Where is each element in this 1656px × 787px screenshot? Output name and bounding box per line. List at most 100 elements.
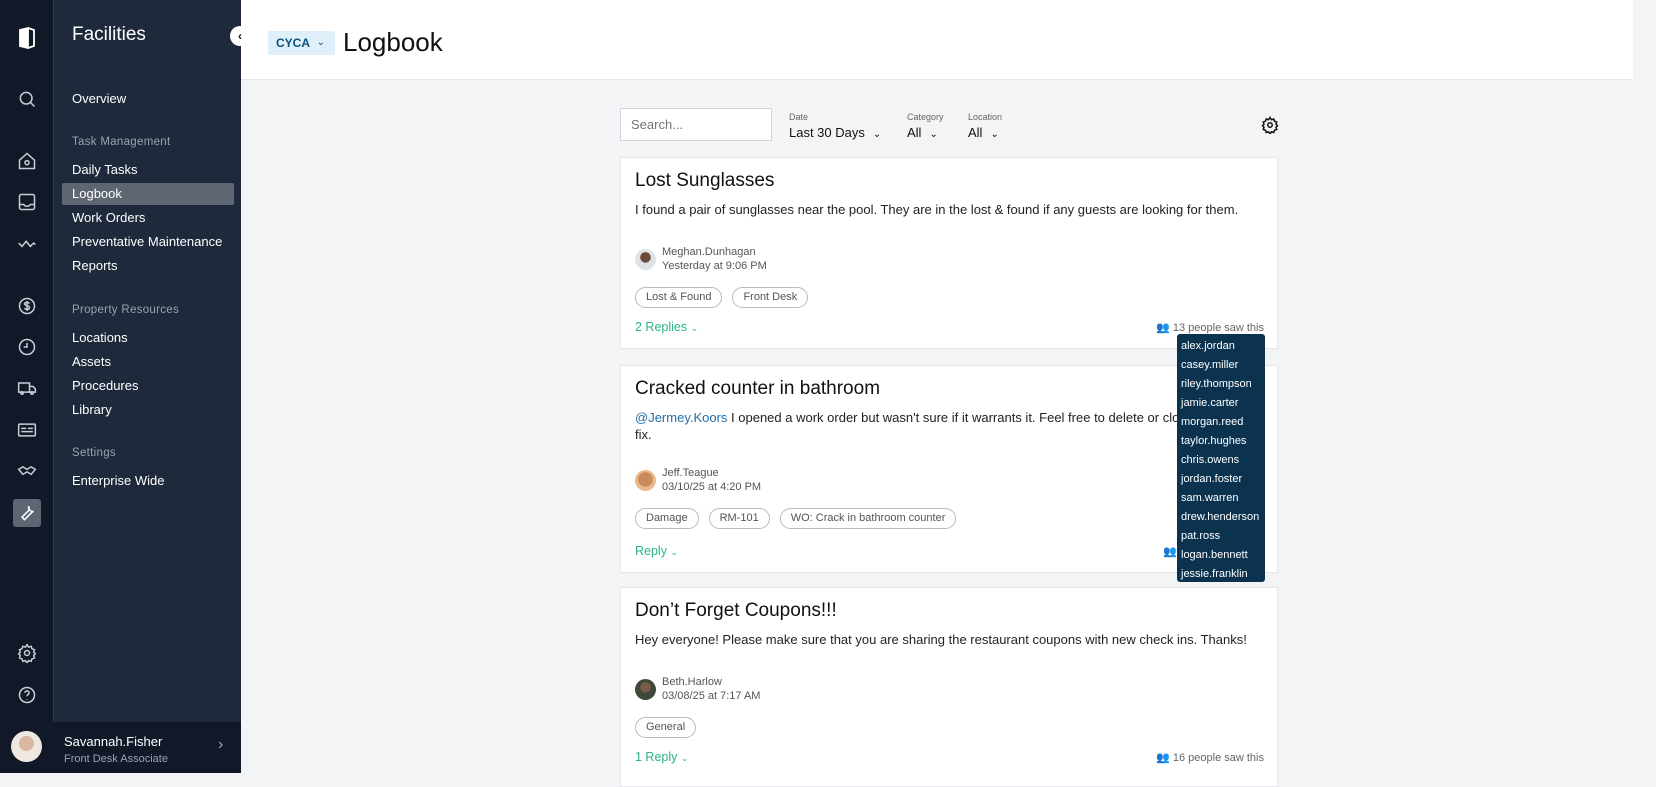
viewer-name: pat.ross: [1181, 530, 1221, 542]
viewer-name: alex.jordan: [1181, 340, 1235, 352]
people-icon: 👥: [1156, 322, 1170, 334]
viewer-name: drew.henderson: [1181, 511, 1260, 523]
author-avatar: [635, 249, 656, 270]
log-post: Lost Sunglasses I found a pair of sungla…: [620, 157, 1278, 349]
people-icon: 👥: [1156, 752, 1170, 764]
viewer-name: jamie.carter: [1181, 397, 1239, 409]
replies-toggle[interactable]: Reply ⌄: [635, 544, 678, 558]
clock-icon[interactable]: [13, 333, 41, 361]
seen-by[interactable]: 👥: [1163, 545, 1177, 558]
viewer-name: riley.thompson: [1181, 378, 1252, 390]
viewer-name: sam.warren: [1181, 492, 1239, 504]
post-date: 03/10/25 at 4:20 PM: [662, 481, 762, 493]
people-icon: 👥: [1163, 546, 1177, 558]
dollar-icon[interactable]: [13, 292, 41, 320]
section-label: Task Management: [72, 136, 171, 148]
chevron-down-icon: ⌄: [929, 129, 938, 140]
sidebar-title: Facilities: [72, 24, 146, 45]
id-card-icon[interactable]: [13, 416, 41, 444]
page-header: CYCA ⌄ Logbook: [241, 0, 1633, 80]
sidebar-item-enterprise-wide[interactable]: Enterprise Wide: [62, 470, 234, 492]
post-title: Lost Sunglasses: [635, 170, 775, 191]
inbox-icon[interactable]: [13, 188, 41, 216]
post-title: Cracked counter in bathroom: [635, 378, 881, 399]
category-filter[interactable]: Category All ⌄: [907, 112, 944, 140]
sidebar-item-procedures[interactable]: Procedures: [62, 375, 234, 397]
location-filter[interactable]: Location All ⌄: [968, 112, 1002, 140]
sidebar-item-overview[interactable]: Overview: [62, 88, 234, 110]
author-name: Jeff.Teague: [662, 467, 719, 479]
page-title: Logbook: [343, 27, 443, 57]
logo-icon[interactable]: [13, 24, 41, 52]
author-avatar: [635, 470, 656, 491]
log-post: Don’t Forget Coupons!!! Hey everyone! Pl…: [620, 587, 1278, 787]
property-selector[interactable]: CYCA ⌄: [268, 31, 335, 55]
sidebar-item-logbook[interactable]: Logbook: [62, 183, 234, 205]
activity-icon[interactable]: [13, 229, 41, 257]
user-name: Savannah.Fisher: [64, 734, 163, 749]
seen-by[interactable]: 👥 13 people saw this: [1156, 321, 1264, 334]
settings-gear-icon[interactable]: [1261, 116, 1279, 134]
date-filter[interactable]: Date Last 30 Days ⌄: [789, 112, 881, 140]
section-label: Property Resources: [72, 304, 180, 316]
chevron-down-icon: ⌄: [990, 129, 999, 140]
post-body: Hey everyone! Please make sure that you …: [635, 632, 1247, 647]
seen-count: 16 people saw this: [1172, 752, 1264, 764]
icon-rail: [0, 0, 53, 773]
chevron-down-icon: ⌄: [872, 129, 882, 140]
viewer-name: casey.miller: [1181, 359, 1239, 371]
sidebar-item-locations[interactable]: Locations: [62, 327, 234, 349]
search-input[interactable]: [620, 108, 772, 141]
sidebar-item-work-orders[interactable]: Work Orders: [62, 207, 234, 229]
category-filter-label: Category: [907, 112, 944, 122]
author-name: Beth.Harlow: [662, 676, 722, 688]
chevron-down-icon: ⌄: [680, 753, 689, 763]
seen-count: 13 people saw this: [1172, 322, 1264, 334]
sidebar-item-reports[interactable]: Reports: [62, 255, 234, 277]
home-icon[interactable]: [13, 147, 41, 175]
author-avatar: [635, 679, 656, 700]
truck-icon[interactable]: [13, 374, 41, 402]
help-icon[interactable]: [13, 681, 41, 709]
section-label: Settings: [72, 447, 116, 459]
seen-by[interactable]: 👥 16 people saw this: [1156, 751, 1264, 764]
user-role: Front Desk Associate: [64, 753, 168, 765]
user-menu[interactable]: Savannah.Fisher Front Desk Associate ›: [0, 722, 241, 773]
chevron-down-icon: ⌄: [690, 323, 699, 333]
handshake-icon[interactable]: [13, 457, 41, 485]
viewer-name: logan.bennett: [1181, 549, 1248, 561]
work-order-tag[interactable]: WO: Crack in bathroom counter: [779, 508, 957, 529]
chevron-right-icon: ›: [218, 736, 224, 753]
sidebar-item-preventative-maintenance[interactable]: Preventative Maintenance: [62, 231, 234, 253]
category-filter-value: All: [907, 125, 922, 140]
tag[interactable]: Front Desk: [732, 287, 809, 308]
tag[interactable]: Lost & Found: [635, 287, 723, 308]
replies-toggle[interactable]: 1 Reply ⌄: [635, 750, 688, 764]
tag[interactable]: General: [635, 717, 697, 738]
viewer-name: jessie.franklin: [1181, 568, 1248, 580]
sidebar-item-library[interactable]: Library: [62, 399, 234, 421]
property-label: CYCA: [276, 36, 311, 50]
sidebar-item-assets[interactable]: Assets: [62, 351, 234, 373]
tag[interactable]: RM-101: [708, 508, 770, 529]
tag[interactable]: Damage: [635, 508, 699, 529]
sidebar-item-daily-tasks[interactable]: Daily Tasks: [62, 159, 234, 181]
seen-by-tooltip: alex.jordan casey.miller riley.thompson …: [1177, 334, 1265, 582]
replies-toggle[interactable]: 2 Replies ⌄: [635, 320, 698, 334]
author-name: Meghan.Dunhagan: [662, 246, 756, 258]
sidebar: Facilities Overview Task Management Dail…: [53, 0, 241, 773]
wrench-icon[interactable]: [13, 499, 41, 527]
gear-icon[interactable]: [13, 639, 41, 667]
search-icon[interactable]: [13, 85, 41, 113]
chevron-down-icon: ⌄: [670, 547, 678, 557]
collapse-sidebar-button[interactable]: ‹: [230, 26, 250, 46]
chevron-down-icon: ⌄: [316, 37, 325, 48]
mention-link[interactable]: @Jermey.Koors: [635, 410, 727, 425]
viewer-name: taylor.hughes: [1181, 435, 1247, 447]
avatar: [11, 731, 42, 762]
viewer-name: jordan.foster: [1181, 473, 1243, 485]
date-filter-label: Date: [789, 112, 809, 122]
viewer-name: morgan.reed: [1181, 416, 1244, 428]
date-filter-value: Last 30 Days: [789, 125, 865, 140]
location-filter-value: All: [968, 125, 983, 140]
